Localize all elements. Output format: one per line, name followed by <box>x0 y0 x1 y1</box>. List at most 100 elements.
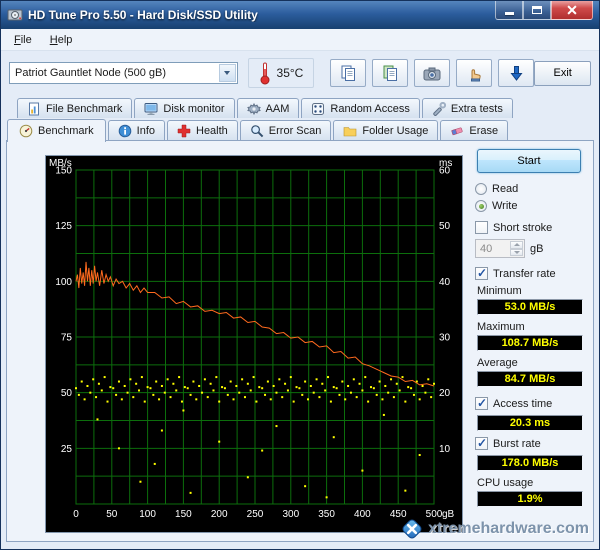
access-time-checkbox[interactable] <box>475 396 488 410</box>
svg-text:50: 50 <box>61 388 73 399</box>
start-button[interactable]: Start <box>477 149 581 173</box>
dice-icon <box>312 102 325 115</box>
access-time-row: Access time <box>475 396 599 410</box>
transfer-rate-checkbox[interactable] <box>475 266 488 280</box>
temperature-indicator: 35°C <box>247 58 315 88</box>
cpu-usage-label: CPU usage <box>477 477 534 489</box>
tab-extra-tests[interactable]: Extra tests <box>421 98 513 118</box>
benchmark-controls: Start Read Write Short stroke 40 gB ✓ Tr… <box>471 149 599 513</box>
tab-label: Benchmark <box>38 125 94 137</box>
copy-to-clipboard-button[interactable] <box>330 59 367 87</box>
spinner-down-icon <box>510 248 523 256</box>
write-radio-row: Write <box>475 200 599 212</box>
hd-tune-window: HD Tune Pro 5.50 - Hard Disk/SSD Utility… <box>0 0 600 550</box>
hand-icon <box>470 68 481 81</box>
read-radio[interactable] <box>475 183 487 195</box>
access-time-label: Access time <box>493 397 553 410</box>
exit-button[interactable]: Exit <box>534 60 591 86</box>
svg-text:60: 60 <box>439 166 451 177</box>
transfer-rate-label: Transfer rate <box>493 267 556 280</box>
copy-colored-pages-icon <box>383 65 397 81</box>
tab-label: Error Scan <box>268 125 322 137</box>
close-button[interactable] <box>551 1 593 20</box>
minimize-button[interactable] <box>495 1 523 20</box>
xtremehardware-logo <box>402 519 422 539</box>
average-label: Average <box>477 357 518 369</box>
tab-label: Erase <box>469 125 499 137</box>
tab-erase[interactable]: Erase <box>440 120 509 141</box>
eraser-icon <box>451 127 463 136</box>
svg-text:150: 150 <box>55 166 72 177</box>
tab-label: Health <box>196 125 228 137</box>
short-stroke-checkbox[interactable] <box>475 221 488 234</box>
info-icon <box>118 124 131 138</box>
svg-text:400: 400 <box>354 509 371 520</box>
maximize-icon <box>532 6 542 14</box>
svg-text:30: 30 <box>439 333 451 344</box>
short-stroke-size-row: gB <box>475 239 599 258</box>
tab-error-scan[interactable]: Error Scan <box>239 120 332 141</box>
short-stroke-size-input <box>476 242 508 255</box>
tab-row-front: Benchmark Info Health Error Scan Folder … <box>7 118 593 142</box>
benchmark-panel: MB/s ms 150 125 100 75 50 25 60 50 40 30 20 10 0 50 100 1… <box>6 140 594 542</box>
watermark: xtremehardware.com <box>401 518 589 540</box>
file-benchmark-icon <box>29 102 39 115</box>
tab-info[interactable]: Info <box>107 120 165 141</box>
tab-file-benchmark[interactable]: File Benchmark <box>17 98 133 118</box>
short-stroke-unit-label: gB <box>530 242 544 255</box>
window-title: HD Tune Pro 5.50 - Hard Disk/SSD Utility <box>28 8 258 22</box>
tab-folder-usage[interactable]: Folder Usage <box>333 120 439 141</box>
burst-rate-checkbox[interactable] <box>475 436 488 450</box>
copy-special-button[interactable] <box>372 59 409 87</box>
tab-row-back: File Benchmark Disk monitor AAM Random A… <box>17 98 593 118</box>
write-label: Write <box>492 200 518 212</box>
drive-select-value: Patriot Gauntlet Node (500 gB) <box>15 67 167 79</box>
svg-text:0: 0 <box>73 509 79 520</box>
menu-help[interactable]: Help <box>41 31 82 49</box>
toolbar-buttons <box>330 59 535 87</box>
save-results-button[interactable] <box>498 59 535 87</box>
download-arrow-icon <box>510 65 523 81</box>
drive-select[interactable]: Patriot Gauntlet Node (500 gB) <box>9 62 238 84</box>
pan-tool-button[interactable] <box>456 59 493 87</box>
monitor-icon <box>144 102 158 115</box>
watermark-text: xtremehardware.com <box>428 520 589 537</box>
title-bar[interactable]: HD Tune Pro 5.50 - Hard Disk/SSD Utility <box>1 1 599 29</box>
spinner-arrows <box>510 241 523 256</box>
svg-text:125: 125 <box>55 221 72 232</box>
tab-label: AAM <box>265 102 290 115</box>
spinner-up-icon <box>510 241 523 249</box>
screenshot-button[interactable] <box>414 59 451 87</box>
svg-text:50: 50 <box>106 509 118 520</box>
transfer-rate-row: Transfer rate <box>475 266 599 280</box>
svg-text:20: 20 <box>439 388 451 399</box>
menu-bar: File Help <box>1 29 599 51</box>
temperature-value: 35°C <box>276 66 304 80</box>
window-controls <box>495 1 593 20</box>
chart-svg: MB/s ms1501251007550256050403020100 50 100 1… <box>49 158 455 520</box>
minimum-label: Minimum <box>477 285 522 297</box>
tab-random-access[interactable]: Random Access <box>301 98 420 118</box>
tab-label: Disk monitor <box>163 102 225 115</box>
tab-label: Folder Usage <box>362 125 429 137</box>
tab-label: File Benchmark <box>46 102 123 115</box>
svg-text:300: 300 <box>282 509 299 520</box>
folder-icon <box>344 127 357 137</box>
menu-file[interactable]: File <box>5 31 41 49</box>
write-radio[interactable] <box>475 200 487 212</box>
tab-disk-monitor[interactable]: Disk monitor <box>134 98 235 118</box>
tab-aam[interactable]: AAM <box>236 98 300 118</box>
benchmark-chart: MB/s ms 150 125 100 75 50 25 60 50 40 30 20 10 0 50 100 1… <box>45 155 463 533</box>
svg-text:75: 75 <box>61 333 73 344</box>
tab-health[interactable]: Health <box>167 120 238 141</box>
copy-pages-icon <box>341 65 355 81</box>
gear-icon <box>246 102 261 115</box>
svg-text:350: 350 <box>318 509 335 520</box>
average-value: 84.7 MB/s <box>477 371 583 387</box>
access-time-value: 20.3 ms <box>477 415 583 431</box>
maximize-button[interactable] <box>523 1 551 20</box>
chevron-down-icon <box>218 64 236 82</box>
tab-label: Info <box>136 125 155 137</box>
read-radio-row: Read <box>475 183 599 195</box>
tab-benchmark[interactable]: Benchmark <box>7 119 106 142</box>
